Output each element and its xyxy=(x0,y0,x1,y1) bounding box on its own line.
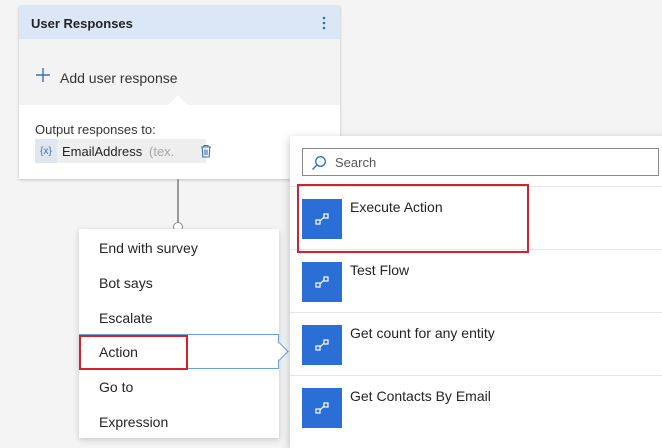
menu-item-label: Expression xyxy=(99,414,169,430)
search-box[interactable] xyxy=(302,148,659,176)
flow-icon xyxy=(302,262,342,302)
node-type-menu: End with survey Bot says Escalate Action… xyxy=(79,229,279,438)
flow-item-test-flow[interactable]: Test Flow xyxy=(290,249,662,312)
flow-name: Execute Action xyxy=(350,199,443,215)
menu-item-label: Go to xyxy=(99,379,134,395)
variable-name: EmailAddress xyxy=(62,144,143,159)
menu-item-go-to[interactable]: Go to xyxy=(79,369,279,404)
menu-item-label: Action xyxy=(99,344,138,360)
menu-item-expression[interactable]: Expression xyxy=(79,404,279,439)
trash-icon[interactable] xyxy=(199,144,213,158)
menu-item-end-with-survey[interactable]: End with survey xyxy=(79,230,279,265)
flow-icon xyxy=(302,199,342,239)
add-user-response-button[interactable]: Add user response xyxy=(19,39,340,105)
menu-item-bot-says[interactable]: Bot says xyxy=(79,265,279,300)
menu-item-label: Escalate xyxy=(99,310,153,326)
search-input[interactable] xyxy=(335,153,645,171)
flow-icon xyxy=(302,388,342,428)
flow-item-get-contacts-by-email[interactable]: Get Contacts By Email xyxy=(290,375,662,438)
output-responses-label: Output responses to: xyxy=(35,122,156,137)
flow-item-execute-action[interactable]: Execute Action xyxy=(290,186,662,249)
flow-name: Get Contacts By Email xyxy=(350,388,491,404)
connector-line xyxy=(177,179,179,224)
add-user-response-label: Add user response xyxy=(60,70,178,86)
variable-chip[interactable]: {x} EmailAddress (tex. xyxy=(35,139,211,163)
variable-icon: {x} xyxy=(35,139,57,163)
flow-name: Test Flow xyxy=(350,262,410,278)
menu-item-action[interactable]: Action xyxy=(79,334,279,369)
search-icon xyxy=(312,156,326,170)
flow-item-get-count-for-any-entity[interactable]: Get count for any entity xyxy=(290,312,662,375)
menu-item-escalate[interactable]: Escalate xyxy=(79,300,279,335)
action-flyout: Execute Action Test Flow Get count for a… xyxy=(290,136,662,448)
card-title: User Responses xyxy=(31,16,133,31)
flow-icon xyxy=(302,325,342,365)
menu-item-label: End with survey xyxy=(99,240,198,256)
more-vertical-icon[interactable] xyxy=(318,14,330,32)
menu-item-label: Bot says xyxy=(99,275,153,291)
plus-icon xyxy=(36,68,50,82)
flow-name: Get count for any entity xyxy=(350,325,495,341)
variable-type: (tex. xyxy=(149,144,175,159)
card-header: User Responses xyxy=(19,6,340,39)
